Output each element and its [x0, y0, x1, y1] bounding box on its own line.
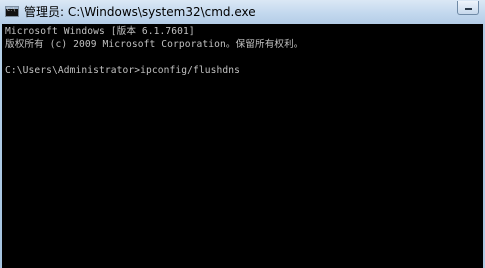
minimize-icon	[465, 8, 472, 10]
console-line-command: C:\Users\Administrator>ipconfig/flushdns	[5, 65, 241, 76]
cmd-icon-prompt: C:\	[7, 7, 16, 13]
console-line-copyright: 版权所有 (c) 2009 Microsoft Corporation。保留所有…	[5, 39, 304, 50]
window-title: 管理员: C:\Windows\system32\cmd.exe	[24, 5, 256, 19]
title-bar[interactable]: C:\ 管理员: C:\Windows\system32\cmd.exe	[0, 0, 485, 24]
minimize-button[interactable]	[457, 1, 479, 15]
cmd-window: C:\ 管理员: C:\Windows\system32\cmd.exe Mic…	[0, 0, 485, 268]
console-line-version: Microsoft Windows [版本 6.1.7601]	[5, 26, 195, 37]
cmd-icon[interactable]: C:\	[5, 6, 19, 17]
console-output[interactable]: Microsoft Windows [版本 6.1.7601] 版权所有 (c)…	[2, 24, 485, 268]
